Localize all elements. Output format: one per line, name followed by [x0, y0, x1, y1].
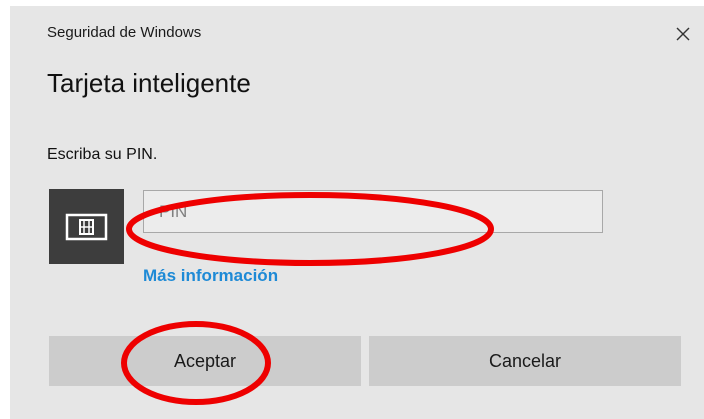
window-title: Seguridad de Windows	[47, 24, 202, 41]
pin-prompt: Escriba su PIN.	[47, 146, 158, 163]
dialog-heading: Tarjeta inteligente	[47, 68, 251, 98]
windows-security-dialog: Seguridad de Windows Tarjeta inteligente…	[10, 6, 704, 419]
smart-card-icon	[65, 213, 108, 241]
smart-card-tile	[49, 189, 124, 264]
more-info-link[interactable]: Más información	[143, 266, 278, 286]
pin-input[interactable]	[143, 190, 603, 233]
close-button[interactable]	[668, 19, 698, 49]
cancel-button[interactable]: Cancelar	[369, 336, 681, 386]
ok-button[interactable]: Aceptar	[49, 336, 361, 386]
close-icon	[676, 27, 690, 41]
